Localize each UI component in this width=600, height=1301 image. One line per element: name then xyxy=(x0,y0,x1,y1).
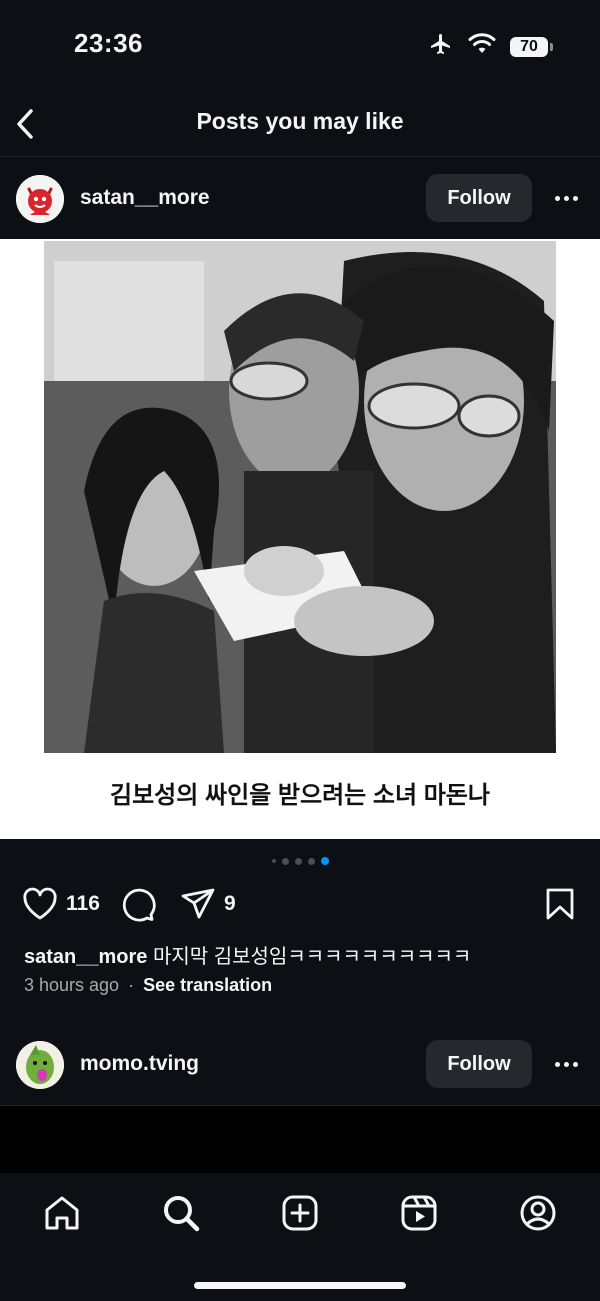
caption-text: 마지막 김보성임ㅋㅋㅋㅋㅋㅋㅋㅋㅋㅋ xyxy=(152,946,472,968)
image-caption: 김보성의 싸인을 받으려는 소녀 마돈나 xyxy=(110,782,490,809)
post-meta: 3 hours ago · See translation xyxy=(24,975,272,996)
create-icon xyxy=(282,1195,318,1231)
post-username[interactable]: momo.tving xyxy=(80,1052,199,1076)
carousel-dot xyxy=(281,857,289,865)
battery-icon: 70 xyxy=(510,36,553,57)
tab-create[interactable] xyxy=(280,1193,320,1233)
carousel-indicator xyxy=(0,857,600,865)
page-title: Posts you may like xyxy=(196,108,404,134)
post-timestamp: 3 hours ago xyxy=(24,975,120,995)
tab-home[interactable] xyxy=(42,1193,82,1233)
home-icon xyxy=(45,1196,79,1230)
meta-separator: · xyxy=(128,975,135,995)
character-avatar-icon xyxy=(16,1041,64,1089)
post-username[interactable]: satan__more xyxy=(80,186,210,210)
share-button[interactable]: 9 xyxy=(180,887,236,921)
status-time: 23:36 xyxy=(74,28,143,58)
share-icon xyxy=(181,888,215,919)
next-post-media[interactable] xyxy=(0,1106,600,1173)
home-indicator xyxy=(194,1282,406,1289)
bookmark-icon xyxy=(546,888,574,920)
devil-avatar-icon xyxy=(16,175,64,223)
post-photo xyxy=(44,241,556,753)
reels-icon xyxy=(401,1195,437,1231)
like-count: 116 xyxy=(66,892,100,915)
more-options-button[interactable] xyxy=(546,1054,586,1074)
heart-icon xyxy=(23,887,57,920)
post-caption: satan__more 마지막 김보성임ㅋㅋㅋㅋㅋㅋㅋㅋㅋㅋ xyxy=(24,940,471,969)
like-button[interactable]: 116 xyxy=(22,887,100,921)
comment-button[interactable] xyxy=(120,887,156,923)
bottom-tab-bar xyxy=(0,1173,600,1301)
wifi-icon xyxy=(468,33,496,60)
carousel-dot xyxy=(271,859,276,863)
follow-button[interactable]: Follow xyxy=(426,174,532,222)
profile-icon xyxy=(520,1195,556,1231)
tab-profile[interactable] xyxy=(518,1193,558,1233)
header-divider xyxy=(0,156,600,157)
see-translation-link[interactable]: See translation xyxy=(143,975,272,995)
share-count: 9 xyxy=(224,892,236,915)
avatar[interactable] xyxy=(16,175,64,223)
tab-search[interactable] xyxy=(161,1193,201,1233)
bookmark-button[interactable] xyxy=(544,887,576,921)
status-icons: 70 xyxy=(428,32,553,61)
airplane-icon xyxy=(428,32,454,61)
follow-button[interactable]: Follow xyxy=(426,1040,532,1088)
comment-icon xyxy=(122,888,156,922)
avatar[interactable] xyxy=(16,1041,64,1089)
carousel-dot xyxy=(307,857,315,865)
tab-reels[interactable] xyxy=(399,1193,439,1233)
more-options-button[interactable] xyxy=(546,188,586,208)
carousel-dot-active xyxy=(320,857,329,865)
post-media[interactable]: 김보성의 싸인을 받으려는 소녀 마돈나 xyxy=(0,239,600,839)
carousel-dot xyxy=(294,857,302,865)
caption-username[interactable]: satan__more xyxy=(24,946,147,968)
search-icon xyxy=(164,1196,200,1232)
